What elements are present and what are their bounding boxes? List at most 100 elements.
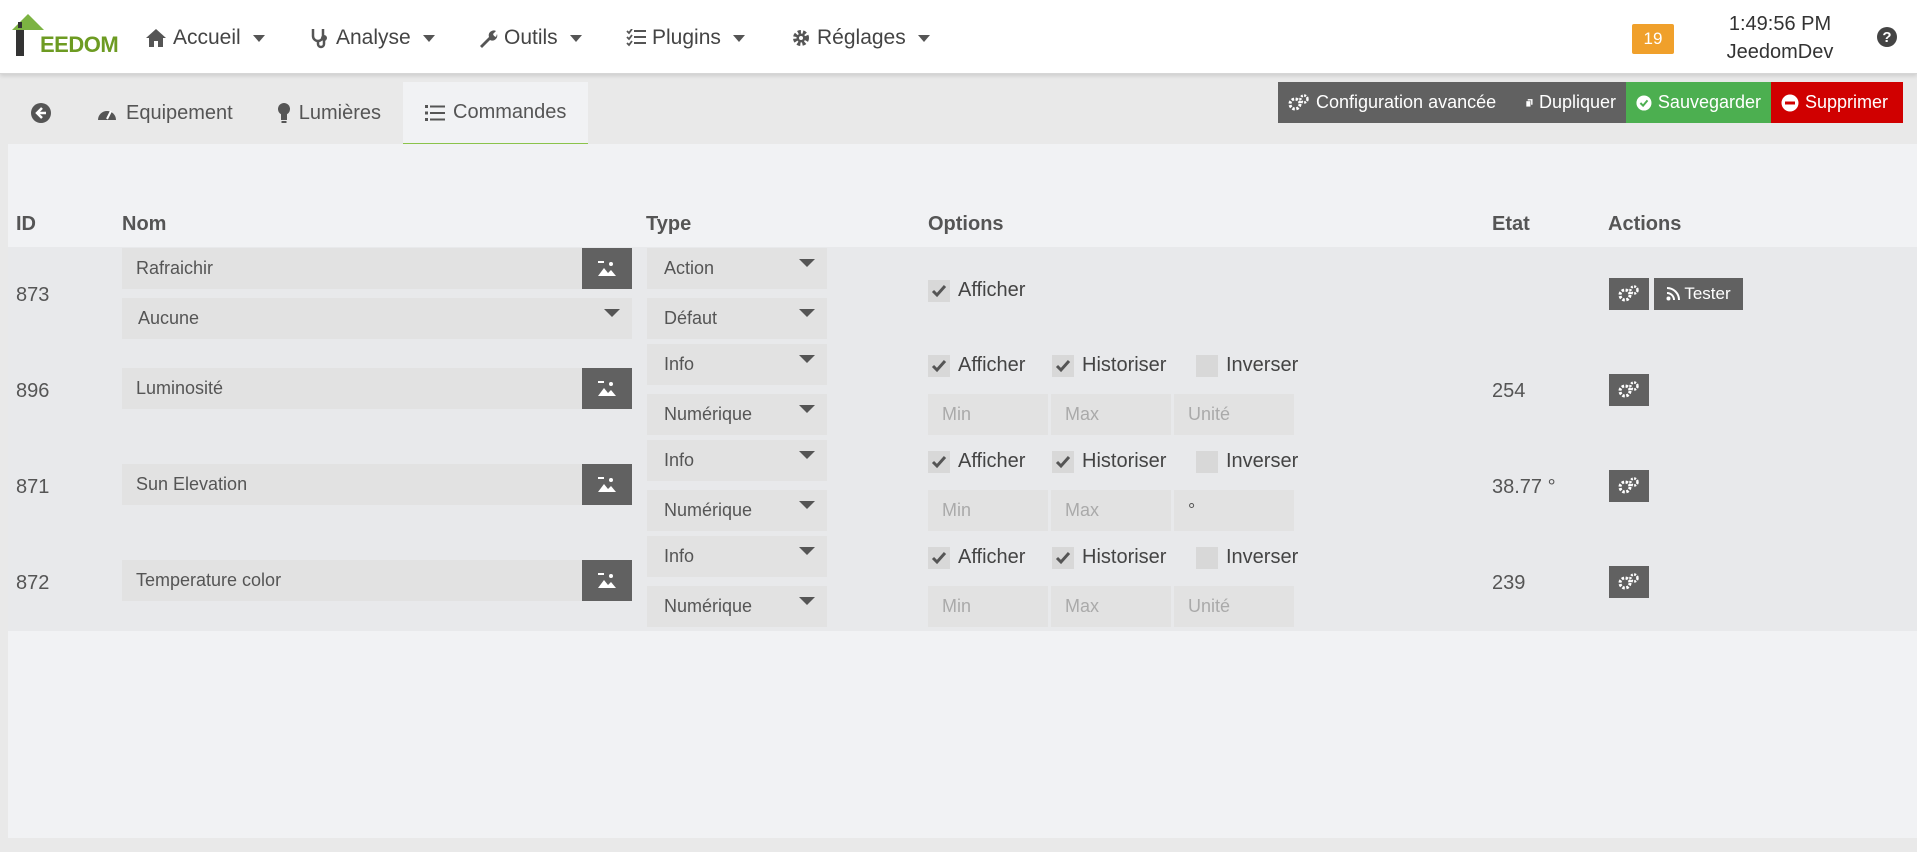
tab-back[interactable]: [8, 82, 74, 144]
tachometer-icon: [98, 110, 116, 120]
type-select-label: Info: [664, 546, 695, 566]
type-select[interactable]: Info: [647, 344, 827, 385]
inverser-checkbox[interactable]: Inverser: [1196, 546, 1298, 569]
command-name-input[interactable]: Luminosité: [122, 368, 582, 409]
tab-lumieres[interactable]: Lumières: [254, 82, 404, 144]
clock-time: 1:49:56 PM: [1728, 13, 1832, 35]
subtype-select[interactable]: Défaut: [647, 298, 827, 339]
type-select[interactable]: Info: [647, 440, 827, 481]
type-select-label: Action: [664, 258, 715, 278]
chevron-down-icon: [799, 259, 815, 267]
question-circle-icon[interactable]: ?: [1876, 26, 1898, 53]
equipment-actions: Configuration avancée Dupliquer Sauvegar…: [1278, 82, 1903, 123]
hostname: JeedomDev: [1726, 41, 1834, 63]
image-icon: [598, 476, 616, 492]
inverser-checkbox[interactable]: Inverser: [1196, 450, 1298, 473]
icon-picker-button[interactable]: [582, 560, 632, 601]
chevron-down-icon: [799, 355, 815, 363]
type-select[interactable]: Action: [647, 248, 827, 289]
value-select[interactable]: Aucune: [122, 298, 632, 339]
state-value: 239: [1492, 572, 1526, 594]
subtype-select-label: Numérique: [664, 596, 753, 616]
historiser-checkbox[interactable]: Historiser: [1052, 546, 1166, 569]
icon-picker-button[interactable]: [582, 368, 632, 409]
test-button[interactable]: Tester: [1654, 278, 1743, 310]
afficher-label: Afficher: [958, 450, 1026, 472]
subtype-select[interactable]: Numérique: [647, 490, 827, 531]
subtype-select-label: Numérique: [664, 500, 753, 520]
stethoscope-icon: [311, 29, 327, 49]
command-config-button[interactable]: [1609, 470, 1649, 502]
cogs-icon: [1618, 477, 1639, 494]
chevron-down-icon: [799, 451, 815, 459]
tab-equipement[interactable]: Equipement: [74, 82, 255, 144]
advanced-config-label: Configuration avancée: [1316, 92, 1497, 112]
type-select[interactable]: Info: [647, 536, 827, 577]
jeedom-logo[interactable]: EEDOM: [8, 8, 119, 60]
tab-bar: Equipement Lumières Commandes: [8, 82, 589, 145]
command-name-input[interactable]: Temperature color: [122, 560, 582, 601]
cogs-icon: [1618, 381, 1639, 398]
command-name-input[interactable]: Rafraichir: [122, 248, 582, 289]
col-header-actions: Actions: [1608, 213, 1682, 235]
state-value: 254: [1492, 380, 1526, 402]
nav-accueil[interactable]: Accueil: [145, 24, 265, 52]
historiser-checkbox[interactable]: Historiser: [1052, 450, 1166, 473]
empty-checkbox-icon: [1196, 354, 1218, 377]
nav-outils[interactable]: Outils: [478, 24, 582, 52]
min-input[interactable]: Min: [928, 586, 1048, 627]
delete-button[interactable]: Supprimer: [1771, 82, 1903, 123]
duplicate-button[interactable]: Dupliquer: [1516, 82, 1626, 123]
subtype-select[interactable]: Numérique: [647, 586, 827, 627]
unit-input[interactable]: Unité: [1174, 394, 1294, 435]
check-icon: [928, 546, 950, 569]
notification-badge[interactable]: 19: [1632, 24, 1674, 54]
image-icon: [598, 572, 616, 588]
icon-picker-button[interactable]: [582, 248, 632, 289]
image-icon: [598, 380, 616, 396]
afficher-checkbox[interactable]: Afficher: [928, 354, 1025, 377]
historiser-label: Historiser: [1082, 450, 1167, 472]
copy-icon: [1526, 98, 1533, 107]
chevron-down-icon: [799, 309, 815, 317]
advanced-config-button[interactable]: Configuration avancée: [1278, 82, 1516, 123]
cogs-icon: [1618, 573, 1639, 590]
afficher-checkbox[interactable]: Afficher: [928, 279, 1025, 302]
command-name-input[interactable]: Sun Elevation: [122, 464, 582, 505]
subtype-select[interactable]: Numérique: [647, 394, 827, 435]
nav-analyse[interactable]: Analyse: [310, 24, 435, 52]
row-id: 871: [16, 476, 50, 498]
empty-checkbox-icon: [1196, 546, 1218, 569]
chevron-down-icon: [799, 547, 815, 555]
inverser-checkbox[interactable]: Inverser: [1196, 354, 1298, 377]
max-input[interactable]: Max: [1051, 394, 1171, 435]
historiser-checkbox[interactable]: Historiser: [1052, 354, 1166, 377]
afficher-label: Afficher: [958, 546, 1026, 568]
max-input[interactable]: Max: [1051, 586, 1171, 627]
min-input[interactable]: Min: [928, 394, 1048, 435]
command-config-button[interactable]: [1609, 566, 1649, 598]
nav-reglages[interactable]: Réglages: [791, 24, 930, 52]
max-input[interactable]: Max: [1051, 490, 1171, 531]
state-value: 38.77 °: [1492, 476, 1556, 498]
save-button[interactable]: Sauvegarder: [1626, 82, 1771, 123]
command-config-button[interactable]: [1609, 374, 1649, 406]
tasks-icon: [626, 29, 646, 47]
nav-reglages-label: Réglages: [817, 26, 906, 49]
chevron-down-icon: [799, 405, 815, 413]
unit-input[interactable]: °: [1174, 490, 1294, 531]
lightbulb-icon: [277, 103, 290, 123]
cogs-icon: [1618, 285, 1639, 302]
afficher-checkbox[interactable]: Afficher: [928, 546, 1025, 569]
afficher-checkbox[interactable]: Afficher: [928, 450, 1025, 473]
col-header-options: Options: [928, 213, 1004, 235]
tab-lumieres-label: Lumières: [298, 101, 382, 124]
icon-picker-button[interactable]: [582, 464, 632, 505]
delete-label: Supprimer: [1805, 92, 1889, 112]
unit-input[interactable]: Unité: [1174, 586, 1294, 627]
nav-plugins[interactable]: Plugins: [626, 24, 745, 52]
command-config-button[interactable]: [1609, 278, 1649, 310]
tab-commandes[interactable]: Commandes: [403, 82, 589, 145]
min-input[interactable]: Min: [928, 490, 1048, 531]
check-icon: [1052, 546, 1074, 569]
